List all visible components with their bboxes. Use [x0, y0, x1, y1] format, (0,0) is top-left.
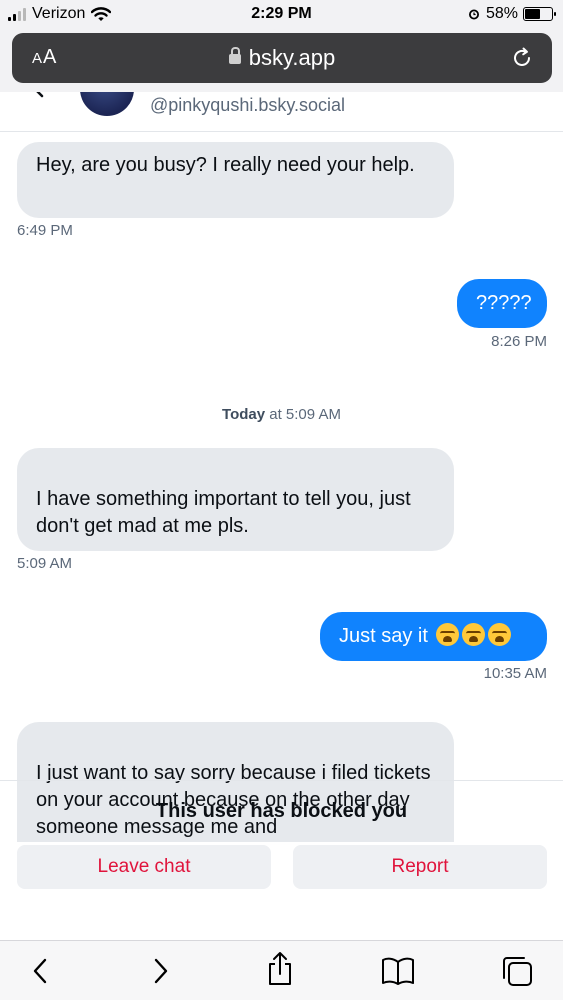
browser-toolbar — [0, 940, 563, 1000]
back-arrow-icon[interactable] — [34, 92, 48, 102]
url-text: bsky.app — [248, 45, 336, 70]
user-handle[interactable]: @pinkyqushi.bsky.social — [150, 95, 345, 116]
sob-emoji-icon — [462, 623, 486, 646]
chat-header: @pinkyqushi.bsky.social — [0, 92, 563, 132]
leave-chat-button[interactable]: Leave chat — [17, 845, 271, 889]
blocked-notice: This user has blocked you — [155, 800, 408, 822]
message-text: Just say it — [339, 625, 428, 647]
battery-percent: 58% — [485, 5, 518, 22]
browser-chrome: AA bsky.app — [0, 30, 563, 92]
sob-emoji-icon — [436, 623, 460, 646]
message-time: 10:35 AM — [483, 665, 547, 682]
message-bubble-outgoing[interactable]: Just say it — [320, 612, 547, 661]
footer-divider — [0, 780, 563, 781]
battery-icon — [523, 7, 556, 21]
date-divider-day: Today — [222, 406, 266, 423]
avatar[interactable] — [80, 92, 134, 116]
address-bar[interactable]: AA bsky.app — [12, 33, 552, 83]
battery-group: 58% — [467, 5, 556, 23]
message-bubble-incoming[interactable]: I have something important to tell you, … — [17, 448, 454, 551]
sob-emoji-icon — [488, 623, 512, 646]
message-time: 8:26 PM — [491, 333, 547, 350]
message-time: 6:49 PM — [17, 222, 73, 239]
date-divider: Today at 5:09 AM — [0, 406, 563, 423]
alarm-icon — [468, 9, 479, 20]
message-bubble-incoming[interactable]: Hey, are you busy? I really need your he… — [17, 142, 454, 218]
date-divider-time: at 5:09 AM — [269, 406, 341, 423]
message-bubble-outgoing[interactable]: ????? — [457, 279, 547, 328]
reload-icon[interactable] — [510, 46, 534, 70]
message-time: 5:09 AM — [17, 555, 73, 572]
share-icon[interactable] — [266, 950, 294, 988]
nav-back-icon[interactable] — [30, 953, 50, 989]
status-bar: Verizon 2:29 PM 58% — [0, 0, 563, 30]
nav-forward-icon[interactable] — [151, 953, 171, 989]
lock-icon — [228, 47, 241, 64]
url-display[interactable]: bsky.app — [12, 45, 552, 71]
bookmarks-icon[interactable] — [381, 956, 415, 986]
report-button[interactable]: Report — [293, 845, 547, 889]
tabs-icon[interactable] — [500, 954, 534, 988]
